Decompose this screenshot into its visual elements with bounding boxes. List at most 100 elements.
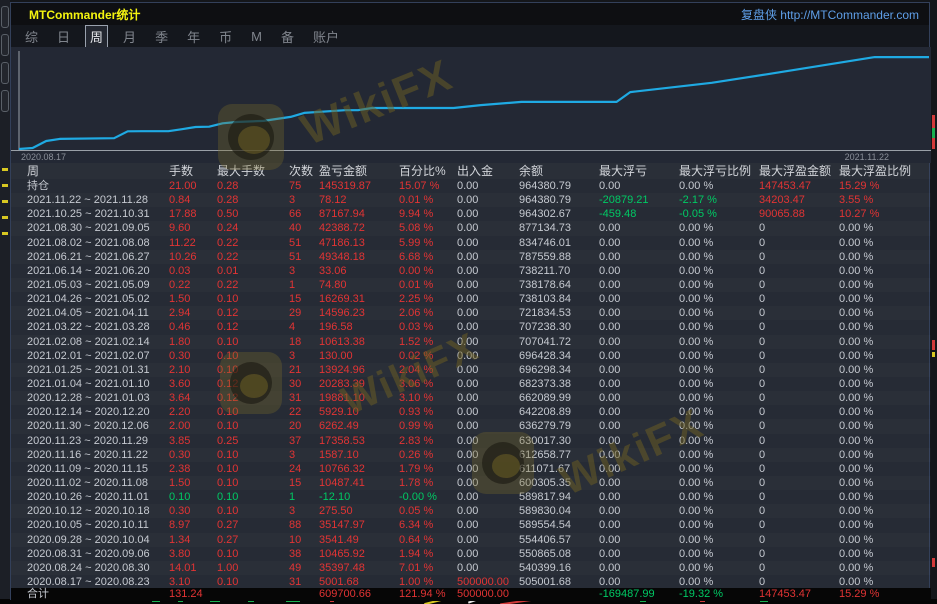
cell: 2021.04.05 ~ 2021.04.11	[27, 306, 169, 320]
cell: 0	[759, 349, 839, 363]
cell: 最大浮盈金额	[759, 163, 839, 179]
cell: 0.10	[217, 405, 289, 419]
cell: 2021.01.25 ~ 2021.01.31	[27, 363, 169, 377]
cell: 0.00	[457, 462, 519, 476]
cell: 余额	[519, 163, 599, 179]
cell: 540399.16	[519, 561, 599, 575]
table-row[interactable]: 2021.02.08 ~ 2021.02.141.800.101810613.3…	[11, 335, 931, 349]
table-row[interactable]: 2020.10.05 ~ 2020.10.118.970.278835147.9…	[11, 518, 931, 532]
table-row[interactable]: 2020.12.14 ~ 2020.12.202.200.10225929.10…	[11, 405, 931, 419]
table-row[interactable]: 2021.01.25 ~ 2021.01.312.100.102113924.9…	[11, 363, 931, 377]
menu-item-年[interactable]: 年	[183, 26, 204, 47]
cell: 0	[759, 419, 839, 433]
cell: 0.00	[457, 419, 519, 433]
cell: 90065.88	[759, 207, 839, 221]
cell: 2021.06.21 ~ 2021.06.27	[27, 250, 169, 264]
cell: 10487.41	[319, 476, 399, 490]
table-row[interactable]: 2021.11.22 ~ 2021.11.280.840.28378.120.0…	[11, 193, 931, 207]
table-row[interactable]: 2021.06.14 ~ 2021.06.200.030.01333.060.0…	[11, 264, 931, 278]
cell: 0.00	[457, 264, 519, 278]
cell: 0.00 %	[839, 250, 917, 264]
menu-item-月[interactable]: 月	[119, 26, 140, 47]
cell: 0.00 %	[839, 434, 917, 448]
table-row[interactable]: 2020.08.24 ~ 2020.08.3014.011.004935397.…	[11, 561, 931, 575]
cell: 0.00 %	[679, 250, 759, 264]
table-row[interactable]: 2020.10.26 ~ 2020.11.010.100.101-12.10-0…	[11, 490, 931, 504]
cell: 0.00	[599, 221, 679, 235]
table-row[interactable]: 2020.11.09 ~ 2020.11.152.380.102410766.3…	[11, 462, 931, 476]
table-row[interactable]: 持仓21.000.2875145319.8715.07 %0.00964380.…	[11, 179, 931, 193]
table-row[interactable]: 2021.03.22 ~ 2021.03.280.460.124196.580.…	[11, 320, 931, 334]
chart-start-date: 2020.08.17	[21, 152, 66, 162]
cell: 0.10	[217, 504, 289, 518]
cell: 9.94 %	[399, 207, 457, 221]
cell: 0.00	[599, 434, 679, 448]
table-row[interactable]: 2020.11.02 ~ 2020.11.081.500.101510487.4…	[11, 476, 931, 490]
cell: 2.20	[169, 405, 217, 419]
menu-item-季[interactable]: 季	[151, 26, 172, 47]
cell: 2020.11.23 ~ 2020.11.29	[27, 434, 169, 448]
cell: 21.00	[169, 179, 217, 193]
cell: 0	[759, 575, 839, 589]
cell: 738103.84	[519, 292, 599, 306]
table-row[interactable]: 2021.04.26 ~ 2021.05.021.500.101516269.3…	[11, 292, 931, 306]
cell: 0.00	[599, 504, 679, 518]
cell: 15	[289, 292, 319, 306]
cell: 0	[759, 250, 839, 264]
cell: 0.02 %	[399, 349, 457, 363]
background-toolbar-button	[1, 6, 9, 28]
table-row[interactable]: 2021.01.04 ~ 2021.01.103.600.123020283.3…	[11, 377, 931, 391]
cell: 9.60	[169, 221, 217, 235]
menu-item-币[interactable]: 币	[215, 26, 236, 47]
cell: 0.00 %	[839, 377, 917, 391]
table-row[interactable]: 2020.11.16 ~ 2020.11.220.300.1031587.100…	[11, 448, 931, 462]
table-row[interactable]: 2020.08.31 ~ 2020.09.063.800.103810465.9…	[11, 547, 931, 561]
cell: 0.00 %	[839, 264, 917, 278]
table-row[interactable]: 2020.10.12 ~ 2020.10.180.300.103275.500.…	[11, 504, 931, 518]
cell: 877134.73	[519, 221, 599, 235]
table-row[interactable]: 2021.04.05 ~ 2021.04.112.940.122914596.2…	[11, 306, 931, 320]
table-row[interactable]: 2021.05.03 ~ 2021.05.090.220.22174.800.0…	[11, 278, 931, 292]
table-row[interactable]: 2021.06.21 ~ 2021.06.2710.260.225149348.…	[11, 250, 931, 264]
cell: 550865.08	[519, 547, 599, 561]
cell: 0.03 %	[399, 320, 457, 334]
cell: 31	[289, 391, 319, 405]
cell: 0.00	[457, 292, 519, 306]
cell: 10.26	[169, 250, 217, 264]
cell: 0.00 %	[679, 264, 759, 278]
cell: 696428.34	[519, 349, 599, 363]
cell: 0.00	[599, 278, 679, 292]
menu-item-日[interactable]: 日	[53, 26, 74, 47]
cell: 1.94 %	[399, 547, 457, 561]
cell: 6.34 %	[399, 518, 457, 532]
table-row[interactable]: 2021.08.02 ~ 2021.08.0811.220.225147186.…	[11, 236, 931, 250]
cell: 0.00 %	[839, 236, 917, 250]
cell: 0.00	[457, 236, 519, 250]
cell: 0	[759, 264, 839, 278]
table-total-row[interactable]: 合计131.24609700.66121.94 %500000.00-16948…	[11, 588, 931, 601]
table-row[interactable]: 2020.08.17 ~ 2020.08.233.100.10315001.68…	[11, 575, 931, 589]
equity-chart: 2020.08.17 2021.11.22	[11, 47, 931, 163]
cell: 0.00 %	[839, 575, 917, 589]
table-row[interactable]: 2021.10.25 ~ 2021.10.3117.880.506687167.…	[11, 207, 931, 221]
menu-item-备[interactable]: 备	[277, 26, 298, 47]
brand-link[interactable]: 复盘侠 http://MTCommander.com	[741, 6, 919, 23]
cell: 505001.68	[519, 575, 599, 589]
menu-item-M[interactable]: M	[247, 28, 266, 45]
table-row[interactable]: 2020.11.23 ~ 2020.11.293.850.253717358.5…	[11, 434, 931, 448]
cell: 2020.08.24 ~ 2020.08.30	[27, 561, 169, 575]
cell: 612658.77	[519, 448, 599, 462]
cell: 0.99 %	[399, 419, 457, 433]
table-row[interactable]: 2020.11.30 ~ 2020.12.062.000.10206262.49…	[11, 419, 931, 433]
cell: 0.10	[217, 363, 289, 377]
table-row[interactable]: 2021.08.30 ~ 2021.09.059.600.244042388.7…	[11, 221, 931, 235]
table-row[interactable]: 2021.02.01 ~ 2021.02.070.300.103130.000.…	[11, 349, 931, 363]
cell	[519, 588, 599, 601]
menu-item-综[interactable]: 综	[21, 26, 42, 47]
cell: 持仓	[27, 179, 169, 193]
menu-item-账户[interactable]: 账户	[309, 26, 343, 47]
cell: 0.10	[217, 476, 289, 490]
table-row[interactable]: 2020.12.28 ~ 2021.01.033.640.123119881.1…	[11, 391, 931, 405]
table-row[interactable]: 2020.09.28 ~ 2020.10.041.340.27103541.49…	[11, 533, 931, 547]
menu-item-周[interactable]: 周	[85, 25, 108, 48]
